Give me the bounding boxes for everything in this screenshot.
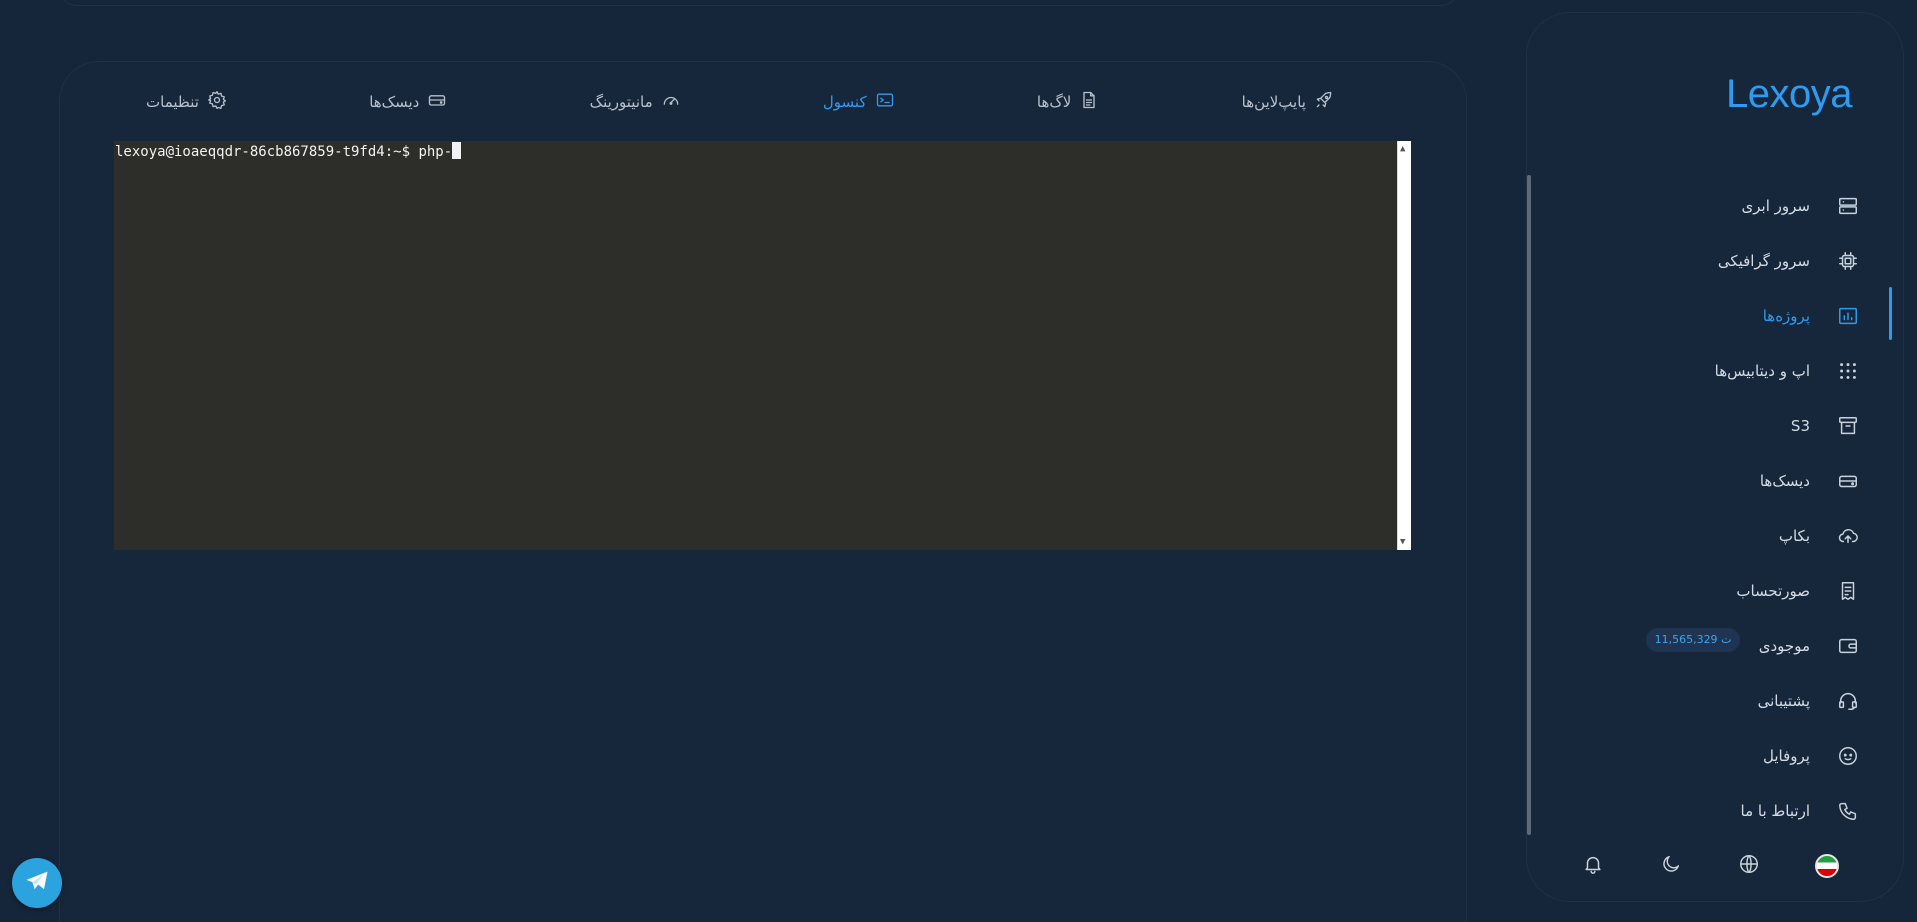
server-icon xyxy=(1836,194,1860,218)
sidebar-item-backup[interactable]: بکاپ xyxy=(1600,508,1860,563)
logo[interactable]: Lexoya xyxy=(1700,72,1852,117)
tab-pipelines[interactable]: پایپ‌لاین‌ها xyxy=(1216,86,1360,118)
sidebar-item-label: سرور ابری xyxy=(1741,196,1810,215)
tab-disks-label: دیسک‌ها xyxy=(369,93,420,111)
globe-button[interactable] xyxy=(1736,853,1762,879)
moon-icon xyxy=(1660,853,1682,879)
tab-settings[interactable]: تنظیمات xyxy=(120,86,253,118)
tab-logs[interactable]: لاگ‌ها xyxy=(1011,86,1125,118)
sidebar-item-label: صورتحساب xyxy=(1736,581,1810,600)
sidebar-item-label: پروژه‌ها xyxy=(1762,306,1810,325)
sidebar-item-support[interactable]: پشتیبانی xyxy=(1600,673,1860,728)
chart-board-icon xyxy=(1836,304,1860,328)
wallet-icon xyxy=(1836,634,1860,658)
window-edge xyxy=(1910,0,1917,922)
web-terminal[interactable]: lexoya@ioaeqqdr-86cb867859-t9fd4:~$ php-… xyxy=(114,141,1411,550)
sidebar-footer xyxy=(1580,852,1840,880)
sidebar-item-s3[interactable]: S3 xyxy=(1600,398,1860,453)
tab-monitoring-label: مانیتورینگ xyxy=(589,93,653,111)
sidebar-item-label: اپ و دیتابیس‌ها xyxy=(1714,361,1810,380)
sidebar-item-label: دیسک‌ها xyxy=(1759,471,1810,490)
bell-icon xyxy=(1582,853,1604,879)
sidebar-item-contact[interactable]: ارتباط با ما xyxy=(1600,783,1860,838)
active-indicator xyxy=(1889,287,1892,340)
sidebar-item-label: سرور گرافیکی xyxy=(1717,251,1810,270)
sidebar-item-billing[interactable]: صورتحساب xyxy=(1600,563,1860,618)
sidebar-item-label: S3 xyxy=(1790,416,1810,435)
sidebar-item-label: ارتباط با ما xyxy=(1740,801,1810,820)
sidebar-item-label: پروفایل xyxy=(1763,746,1810,765)
disk-icon xyxy=(1836,469,1860,493)
gauge-icon xyxy=(661,90,681,114)
file-text-icon xyxy=(1079,90,1099,114)
telegram-button[interactable] xyxy=(12,858,62,908)
headset-icon xyxy=(1836,689,1860,713)
top-card xyxy=(59,0,1459,6)
disk-icon xyxy=(427,90,447,114)
terminal-prompt: lexoya@ioaeqqdr-86cb867859-t9fd4:~$ xyxy=(115,144,419,160)
archive-icon xyxy=(1836,414,1860,438)
chip-icon xyxy=(1836,249,1860,273)
balance-badge: 11,565,329 ت xyxy=(1646,628,1740,652)
phone-icon xyxy=(1836,799,1860,823)
theme-toggle-button[interactable] xyxy=(1658,853,1684,879)
sidebar-item-label: موجودی xyxy=(1758,636,1810,655)
terminal-cursor xyxy=(452,142,462,159)
sidebar-item-projects[interactable]: پروژه‌ها xyxy=(1600,288,1860,343)
terminal-input: php- xyxy=(418,144,453,160)
scroll-down-icon[interactable]: ▼ xyxy=(1400,537,1405,547)
tab-monitoring[interactable]: مانیتورینگ xyxy=(564,86,707,118)
tab-logs-label: لاگ‌ها xyxy=(1036,93,1072,111)
scroll-up-icon[interactable]: ▲ xyxy=(1400,144,1405,154)
sidebar-item-label: پشتیبانی xyxy=(1757,691,1810,710)
sidebar-item-disks[interactable]: دیسک‌ها xyxy=(1600,453,1860,508)
tab-console-label: کنسول xyxy=(822,93,867,111)
sidebar-item-label: بکاپ xyxy=(1778,526,1810,545)
sidebar-item-cloud-server[interactable]: سرور ابری xyxy=(1600,178,1860,233)
sidebar-scrollbar[interactable] xyxy=(1527,175,1531,835)
tab-disks[interactable]: دیسک‌ها xyxy=(343,86,473,118)
sidebar-menu: سرور ابری سرور گرافیکی پروژه‌ها اپ و دیت… xyxy=(1600,178,1860,838)
notifications-button[interactable] xyxy=(1580,853,1606,879)
terminal-line: lexoya@ioaeqqdr-86cb867859-t9fd4:~$ php- xyxy=(115,142,462,161)
tab-pipelines-label: پایپ‌لاین‌ها xyxy=(1241,93,1306,111)
receipt-icon xyxy=(1836,579,1860,603)
flag-iran-icon xyxy=(1815,854,1839,878)
globe-icon xyxy=(1738,853,1760,879)
cloud-upload-icon xyxy=(1836,524,1860,548)
telegram-icon xyxy=(23,867,51,899)
sidebar-item-profile[interactable]: پروفایل xyxy=(1600,728,1860,783)
face-icon xyxy=(1836,744,1860,768)
terminal-scrollbar[interactable]: ▲ ▼ xyxy=(1397,141,1411,550)
grid-dots-icon xyxy=(1836,359,1860,383)
language-flag-button[interactable] xyxy=(1814,853,1840,879)
sidebar-item-gpu-server[interactable]: سرور گرافیکی xyxy=(1600,233,1860,288)
rocket-icon xyxy=(1314,90,1334,114)
tab-console[interactable]: کنسول xyxy=(797,86,921,118)
tab-settings-label: تنظیمات xyxy=(146,93,199,111)
sidebar-item-apps-databases[interactable]: اپ و دیتابیس‌ها xyxy=(1600,343,1860,398)
terminal-icon xyxy=(875,90,895,114)
project-tabs: پایپ‌لاین‌ها لاگ‌ها کنسول مانیتورینگ دیس… xyxy=(120,84,1360,120)
gear-icon xyxy=(207,90,227,114)
